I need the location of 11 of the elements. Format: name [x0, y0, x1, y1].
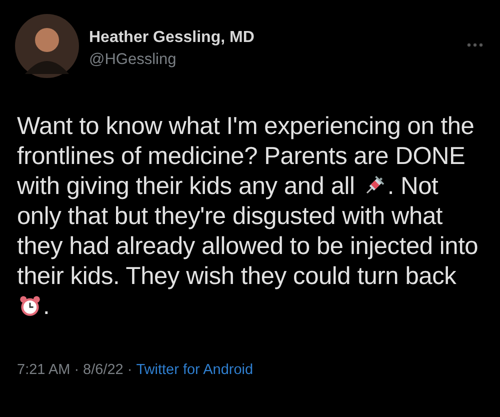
author-handle[interactable]: @HGessling	[89, 51, 456, 69]
avatar[interactable]	[15, 14, 79, 78]
more-icon[interactable]	[466, 42, 484, 48]
alarm-clock-icon	[19, 295, 41, 317]
separator-dot: ·	[127, 362, 132, 378]
tweet-text: Want to know what I'm experiencing on the frontlines of medicine? Parents are DONE with giving their kids any and all . Not only that but they're disgusted with what they had already allowed to be injected into their kids. They wish they could turn back .	[17, 112, 480, 322]
separator-dot: ·	[74, 362, 80, 378]
tweet-time: 7:21 AM	[17, 362, 70, 378]
author-name[interactable]: Heather Gessling, MD	[89, 29, 456, 47]
tweet-date: 8/6/22	[83, 362, 124, 378]
source-link[interactable]: Twitter for Android	[136, 362, 254, 378]
